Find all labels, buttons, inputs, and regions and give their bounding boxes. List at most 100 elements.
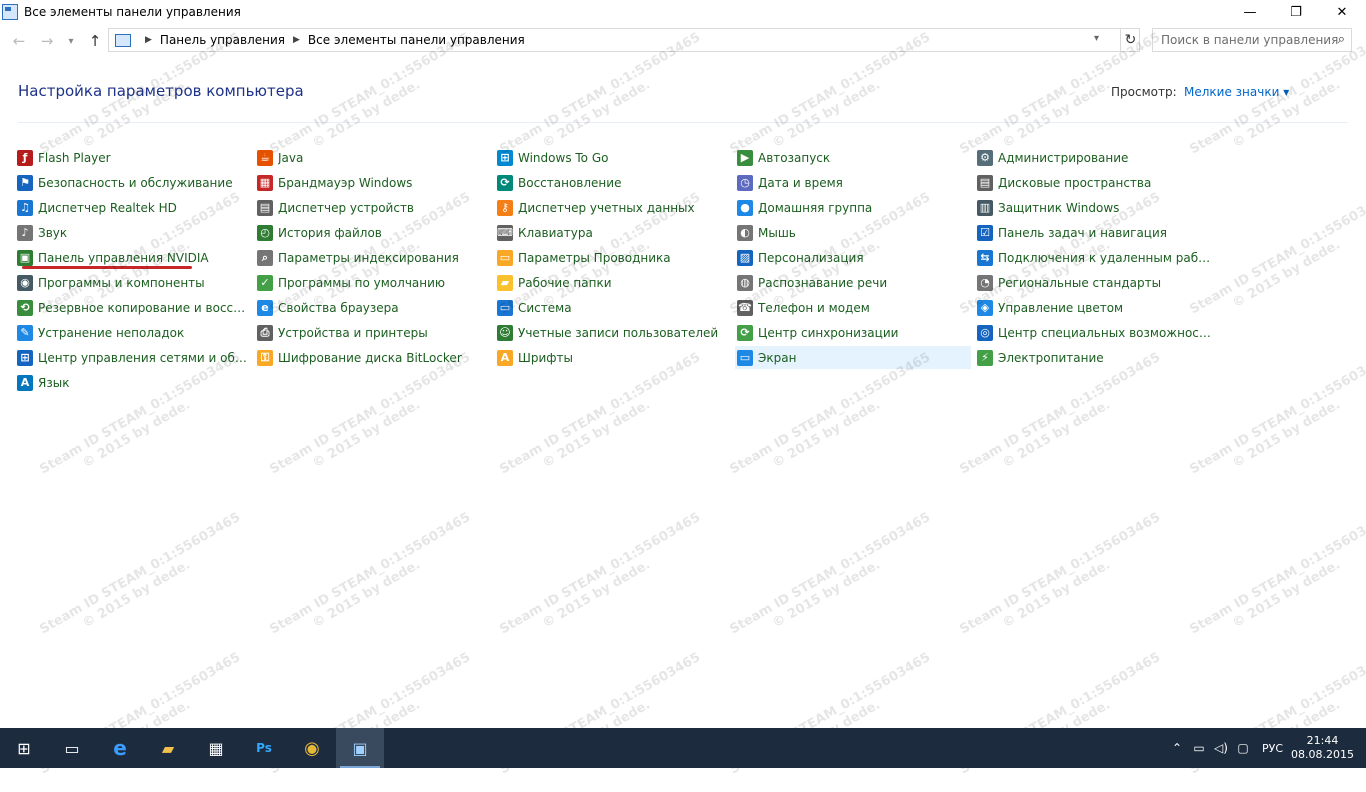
control-panel-item[interactable]: ▰ Рабочие папки xyxy=(495,271,731,294)
network-icon[interactable]: ▭ xyxy=(1188,741,1210,755)
close-button[interactable]: ✕ xyxy=(1319,0,1365,24)
restore-button[interactable]: ❐ xyxy=(1273,0,1319,24)
photoshop-button[interactable]: Ps xyxy=(240,728,288,768)
start-button[interactable]: ⊞ xyxy=(0,728,48,768)
control-panel-item[interactable]: ● Домашняя группа xyxy=(735,196,971,219)
control-panel-item[interactable]: ▶ Автозапуск xyxy=(735,146,971,169)
control-panel-item[interactable]: ⚑ Безопасность и обслуживание xyxy=(15,171,251,194)
forward-arrow-icon[interactable]: → xyxy=(38,32,56,50)
control-panel-item[interactable]: ◍ Распознавание речи xyxy=(735,271,971,294)
control-panel-item[interactable]: ◐ Мышь xyxy=(735,221,971,244)
file-explorer-button[interactable]: ▰ xyxy=(144,728,192,768)
clock[interactable]: 21:44 08.08.2015 xyxy=(1291,734,1354,762)
control-panel-item-label: Персонализация xyxy=(758,250,864,265)
control-panel-item[interactable]: ⚡ Электропитание xyxy=(975,346,1211,369)
chrome-button[interactable]: ◉ xyxy=(288,728,336,768)
edge-button[interactable]: e xyxy=(96,728,144,768)
control-panel-item[interactable]: ☺ Учетные записи пользователей xyxy=(495,321,731,344)
watermark-line2: © 2015 by dede. xyxy=(1229,237,1343,312)
date-time-icon: ◷ xyxy=(737,174,753,191)
minimize-button[interactable]: — xyxy=(1227,0,1273,24)
watermark-line1: Steam ID STEAM_0:1:55603465 xyxy=(1187,509,1366,638)
control-panel-item[interactable]: A Шрифты xyxy=(495,346,731,369)
control-panel-item[interactable]: ✎ Устранение неполадок xyxy=(15,321,251,344)
control-panel-item-label: Дисковые пространства xyxy=(998,175,1152,190)
watermark-line1: Steam ID STEAM_0:1:55603465 xyxy=(1187,189,1366,318)
control-panel-item[interactable]: ƒ Flash Player xyxy=(15,146,251,169)
control-panel-item[interactable]: ⟲ Резервное копирование и восстан... xyxy=(15,296,251,319)
control-panel-item[interactable]: ▭ Экран xyxy=(735,346,971,369)
control-panel-item[interactable]: ⚙ Администрирование xyxy=(975,146,1211,169)
control-panel-item[interactable]: ⊞ Центр управления сетями и общи... xyxy=(15,346,251,369)
store-button[interactable]: ▦ xyxy=(192,728,240,768)
control-panel-item[interactable]: e Свойства браузера xyxy=(255,296,491,319)
search-icon[interactable]: ⌕ xyxy=(1338,32,1345,47)
watermark-text: Steam ID STEAM_0:1:55603465© 2015 by ded… xyxy=(267,510,481,652)
up-arrow-icon[interactable]: ↑ xyxy=(86,32,104,50)
control-panel-item[interactable]: ▭ Параметры Проводника xyxy=(495,246,731,269)
language-indicator[interactable]: РУС xyxy=(1262,742,1283,755)
control-panel-item[interactable]: ▤ Диспетчер устройств xyxy=(255,196,491,219)
control-panel-item[interactable]: ☕ Java xyxy=(255,146,491,169)
control-panel-item[interactable]: ⌨ Клавиатура xyxy=(495,221,731,244)
control-panel-item[interactable]: ⟳ Центр синхронизации xyxy=(735,321,971,344)
control-panel-item-label: Flash Player xyxy=(38,150,111,165)
notifications-icon[interactable]: ▢ xyxy=(1232,741,1254,755)
search-placeholder: Поиск в панели управления xyxy=(1161,33,1339,47)
watermark-text: Steam ID STEAM_0:1:55603465© 2015 by ded… xyxy=(1187,510,1366,652)
control-panel-item[interactable]: ▭ Система xyxy=(495,296,731,319)
control-panel-item-label: Диспетчер учетных данных xyxy=(518,200,695,215)
control-panel-item[interactable]: A Язык xyxy=(15,371,251,394)
control-panel-item[interactable]: ✓ Программы по умолчанию xyxy=(255,271,491,294)
control-panel-item[interactable]: ☎ Телефон и модем xyxy=(735,296,971,319)
control-panel-item[interactable]: ⚿ Шифрование диска BitLocker xyxy=(255,346,491,369)
control-panel-item[interactable]: ◷ Дата и время xyxy=(735,171,971,194)
watermark-text: Steam ID STEAM_0:1:55603465© 2015 by ded… xyxy=(1187,190,1366,332)
control-panel-item[interactable]: ◴ История файлов xyxy=(255,221,491,244)
watermark-line1: Steam ID STEAM_0:1:55603465 xyxy=(497,509,704,638)
control-panel-item[interactable]: ⟳ Восстановление xyxy=(495,171,731,194)
control-panel-item-label: Региональные стандарты xyxy=(998,275,1162,290)
control-panel-item[interactable]: ⊞ Windows To Go xyxy=(495,146,731,169)
control-panel-item[interactable]: ⇆ Подключения к удаленным рабоч... xyxy=(975,246,1211,269)
control-panel-item[interactable]: ▤ Дисковые пространства xyxy=(975,171,1211,194)
control-panel-icon xyxy=(115,33,131,47)
control-panel-item[interactable]: ▥ Защитник Windows xyxy=(975,196,1211,219)
fonts-icon: A xyxy=(497,349,513,366)
refresh-icon[interactable]: ↻ xyxy=(1120,29,1140,51)
chevron-right-icon[interactable]: ▶ xyxy=(293,35,300,45)
show-hidden-icons-icon[interactable]: ⌃ xyxy=(1166,741,1188,755)
control-panel-item[interactable]: ▨ Персонализация xyxy=(735,246,971,269)
task-view-button[interactable]: ▭ xyxy=(48,728,96,768)
control-panel-item[interactable]: ⚷ Диспетчер учетных данных xyxy=(495,196,731,219)
search-input[interactable]: Поиск в панели управления ⌕ xyxy=(1152,28,1352,52)
control-panel-item[interactable]: ♫ Диспетчер Realtek HD xyxy=(15,196,251,219)
breadcrumb-control-panel[interactable]: Панель управления xyxy=(160,33,285,47)
control-panel-item[interactable]: ▦ Брандмауэр Windows xyxy=(255,171,491,194)
control-panel-item[interactable]: ◈ Управление цветом xyxy=(975,296,1211,319)
watermark-line1: Steam ID STEAM_0:1:55603465 xyxy=(727,349,934,478)
microphone-icon: ◍ xyxy=(737,274,753,291)
chevron-right-icon[interactable]: ▶ xyxy=(145,35,152,45)
chevron-down-icon[interactable]: ▾ xyxy=(1094,33,1099,44)
control-panel-item-label: Клавиатура xyxy=(518,225,593,240)
volume-icon[interactable]: ◁) xyxy=(1210,741,1232,755)
watermark-line1: Steam ID STEAM_0:1:55603465 xyxy=(727,509,934,638)
control-panel-item[interactable]: ◉ Программы и компоненты xyxy=(15,271,251,294)
control-panel-item[interactable]: ⎙ Устройства и принтеры xyxy=(255,321,491,344)
control-panel-item[interactable]: ◎ Центр специальных возможностей xyxy=(975,321,1211,344)
back-arrow-icon[interactable]: ← xyxy=(10,32,28,50)
control-panel-item[interactable]: ⌕ Параметры индексирования xyxy=(255,246,491,269)
watermark-line1: Steam ID STEAM_0:1:55603465 xyxy=(957,509,1164,638)
view-mode-dropdown[interactable]: Мелкие значки xyxy=(1184,85,1289,99)
breadcrumb-all-items[interactable]: Все элементы панели управления xyxy=(308,33,525,47)
control-panel-item-label: Домашняя группа xyxy=(758,200,873,215)
recent-locations-icon[interactable]: ▾ xyxy=(62,32,80,50)
control-panel-taskbar-button[interactable]: ▣ xyxy=(336,728,384,768)
control-panel-item[interactable]: ♪ Звук xyxy=(15,221,251,244)
watermark-text: Steam ID STEAM_0:1:55603465© 2015 by ded… xyxy=(957,510,1171,652)
control-panel-item-label: Устройства и принтеры xyxy=(278,325,428,340)
address-bar[interactable]: ▶ Панель управления ▶ Все элементы панел… xyxy=(108,28,1140,52)
control-panel-item[interactable]: ☑ Панель задач и навигация xyxy=(975,221,1211,244)
control-panel-item[interactable]: ◔ Региональные стандарты xyxy=(975,271,1211,294)
